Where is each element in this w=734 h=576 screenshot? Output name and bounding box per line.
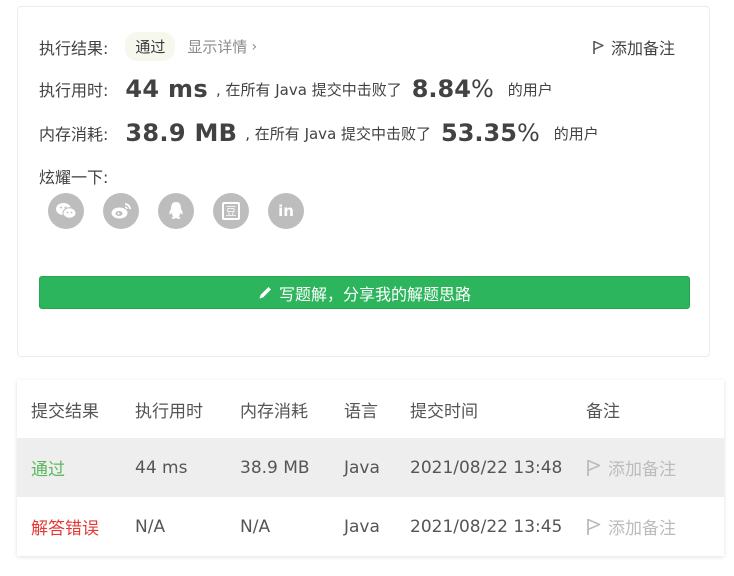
row-add-note-button[interactable]: 添加备注 xyxy=(586,438,676,497)
runtime-suffix: 的用户 xyxy=(507,80,553,99)
header-memory: 内存消耗 xyxy=(240,401,308,422)
chevron-right-icon: › xyxy=(251,38,258,55)
row-add-note-label: 添加备注 xyxy=(608,460,676,480)
share-row: 炫耀一下: xyxy=(39,164,108,188)
row-submit-time: 2021/08/22 13:45 xyxy=(410,516,563,537)
show-details-link[interactable]: 显示详情 › xyxy=(187,36,257,57)
status-badge: 通过 xyxy=(125,32,176,61)
runtime-mid-text: , 在所有 Java 提交中击败了 xyxy=(215,80,402,99)
runtime-label: 执行用时: xyxy=(39,81,109,100)
memory-percent: 53.35% xyxy=(441,119,540,147)
runtime-row: 执行用时: 44 ms , 在所有 Java 提交中击败了 8.84% 的用户 xyxy=(39,75,553,103)
table-header: 提交结果 执行用时 内存消耗 语言 提交时间 备注 xyxy=(17,380,724,438)
row-add-note-label: 添加备注 xyxy=(608,519,676,539)
table-row[interactable]: 解答错误 N/A N/A Java 2021/08/22 13:45 添加备注 xyxy=(17,497,724,556)
memory-label: 内存消耗: xyxy=(39,125,109,144)
result-row: 执行结果: 通过 显示详情 › xyxy=(39,32,257,61)
row-result-link[interactable]: 解答错误 xyxy=(31,497,99,556)
weibo-icon[interactable] xyxy=(103,193,139,229)
row-memory: 38.9 MB xyxy=(240,457,310,478)
result-label: 执行结果: xyxy=(39,38,109,58)
row-language: Java xyxy=(344,457,380,478)
header-submit-time: 提交时间 xyxy=(410,401,478,422)
flag-icon xyxy=(587,518,601,535)
table-row[interactable]: 通过 44 ms 38.9 MB Java 2021/08/22 13:48 添… xyxy=(17,438,724,497)
flag-icon xyxy=(593,40,604,54)
linkedin-icon[interactable]: in xyxy=(268,193,304,229)
qq-icon[interactable] xyxy=(158,193,194,229)
header-language: 语言 xyxy=(344,401,378,422)
submissions-table: 提交结果 执行用时 内存消耗 语言 提交时间 备注 通过 44 ms 38.9 … xyxy=(17,380,724,556)
row-runtime: N/A xyxy=(135,516,166,537)
header-note: 备注 xyxy=(586,401,620,422)
row-result-link[interactable]: 通过 xyxy=(31,438,65,497)
row-runtime: 44 ms xyxy=(135,457,188,478)
memory-value: 38.9 MB xyxy=(125,119,238,147)
memory-mid-text: , 在所有 Java 提交中击败了 xyxy=(245,124,432,143)
share-icons: 豆 in xyxy=(48,193,323,229)
memory-row: 内存消耗: 38.9 MB , 在所有 Java 提交中击败了 53.35% 的… xyxy=(39,119,599,147)
runtime-value: 44 ms xyxy=(125,75,208,103)
add-note-button[interactable]: 添加备注 xyxy=(592,35,675,59)
header-runtime: 执行用时 xyxy=(135,401,203,422)
flag-icon xyxy=(587,459,601,476)
row-memory: N/A xyxy=(240,516,271,537)
result-card: 执行结果: 通过 显示详情 › 添加备注 执行用时: 44 ms , 在所有 J… xyxy=(17,6,710,357)
add-note-label: 添加备注 xyxy=(610,39,675,58)
pencil-icon xyxy=(259,287,271,299)
memory-suffix: 的用户 xyxy=(553,124,599,143)
douban-icon[interactable]: 豆 xyxy=(213,193,249,229)
row-submit-time: 2021/08/22 13:48 xyxy=(410,457,563,478)
write-solution-button[interactable]: 写题解，分享我的解题思路 xyxy=(39,276,690,309)
wechat-icon[interactable] xyxy=(48,193,84,229)
row-language: Java xyxy=(344,516,380,537)
runtime-percent: 8.84% xyxy=(411,75,494,103)
header-result: 提交结果 xyxy=(31,401,99,422)
write-solution-label: 写题解，分享我的解题思路 xyxy=(278,284,471,304)
row-add-note-button[interactable]: 添加备注 xyxy=(586,497,676,556)
show-details-label: 显示详情 xyxy=(187,38,248,56)
share-label: 炫耀一下: xyxy=(39,168,109,187)
